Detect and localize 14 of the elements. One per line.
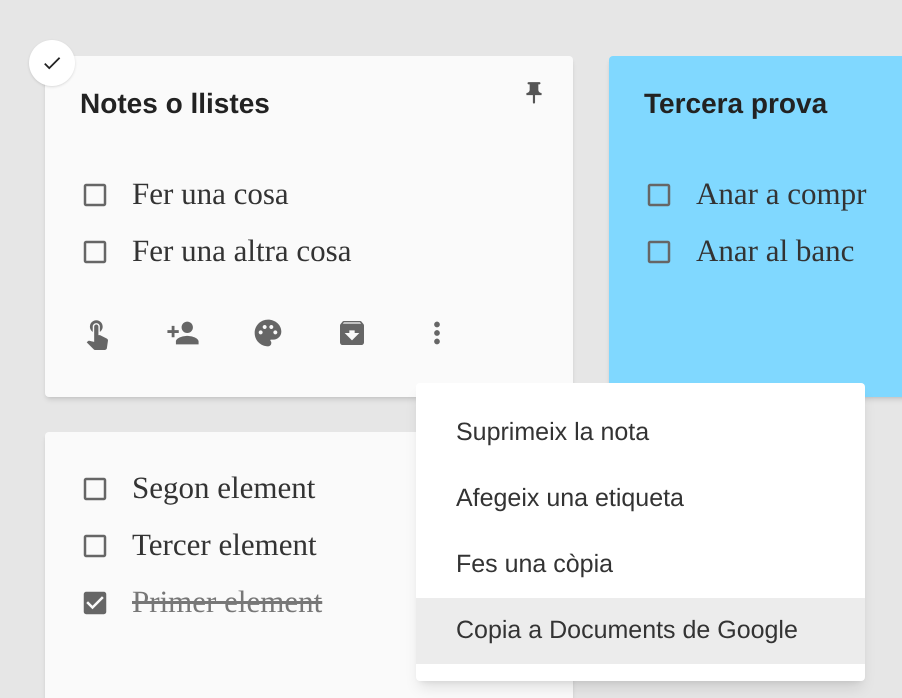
list-item-text: Fer una cosa (132, 175, 289, 214)
list-item-text: Anar a compr (696, 175, 866, 214)
menu-item[interactable]: Copia a Documents de Google (416, 598, 865, 664)
note-card[interactable]: Notes o llistes Fer una cosa Fer una altra cosa (45, 56, 573, 397)
selected-check-icon[interactable] (29, 40, 75, 86)
palette-icon[interactable] (252, 317, 284, 349)
list-item-text: Segon element (132, 469, 316, 508)
note-title: Notes o llistes (80, 87, 270, 121)
list-item-text: Tercer element (132, 526, 317, 564)
note-card[interactable]: Tercera prova Anar a compr Anar al banc (609, 56, 902, 397)
list-item-text: Fer una altra cosa (132, 232, 352, 270)
note-title: Tercera prova (644, 87, 828, 121)
list-item-text: Anar al banc (696, 232, 854, 270)
list-item-text: Primer element (132, 583, 322, 622)
